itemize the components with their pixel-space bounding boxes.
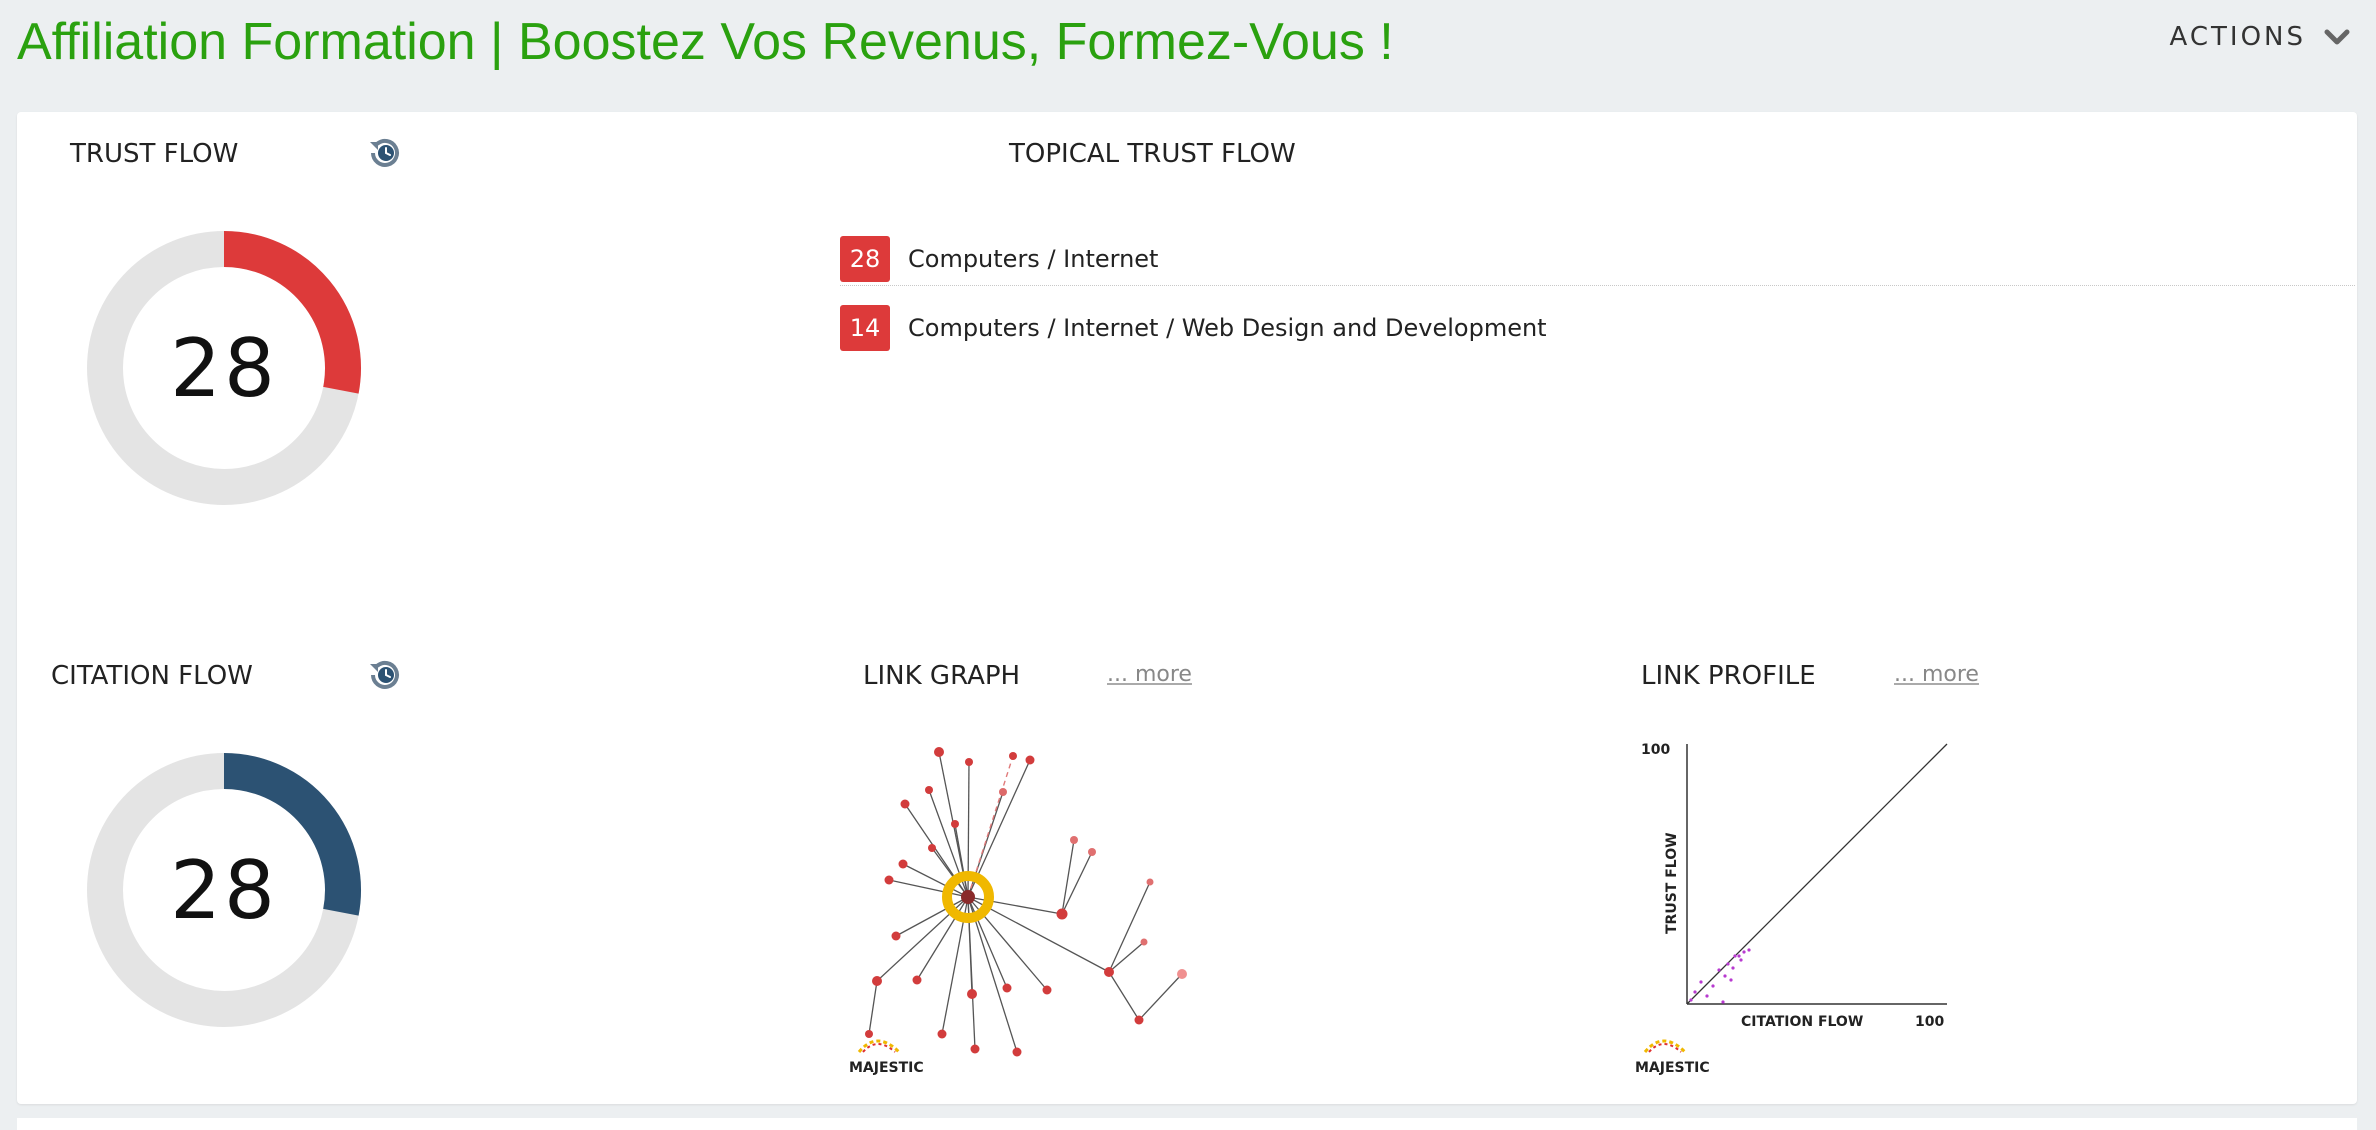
y-axis-label: TRUST FLOW [1664,832,1680,934]
majestic-logo-text: MAJESTIC [849,1060,924,1076]
citation-flow-gauge: 28 [79,745,369,1035]
x-max-label: 100 [1915,1014,1944,1030]
x-axis-label: CITATION FLOW [1741,1014,1863,1030]
trust-flow-label: TRUST FLOW [70,139,239,169]
link-graph-image[interactable]: MAJESTIC [847,734,1207,1080]
link-profile-more-link[interactable]: ... more [1894,662,1979,687]
main-panel: TRUST FLOW 28 TOPICAL TRUST FLOW 28 Comp… [17,112,2357,1104]
y-max-label: 100 [1641,742,1670,758]
link-graph-label: LINK GRAPH [863,661,1021,691]
topic-row: 28 Computers / Internet [840,233,2355,286]
history-icon[interactable] [367,135,403,171]
history-icon[interactable] [367,657,403,693]
link-profile-chart[interactable]: 100 TRUST FLOW CITATION FLOW 100 MAJESTI… [1631,734,1971,1080]
trust-flow-gauge: 28 [79,223,369,513]
link-profile-label: LINK PROFILE [1641,661,1816,691]
majestic-logo-text: MAJESTIC [1635,1060,1710,1076]
link-graph-nodes [865,747,1187,1057]
actions-menu[interactable]: ACTIONS [2170,22,2350,52]
link-profile-points [1689,948,1751,1004]
trust-flow-value: 28 [170,321,278,415]
majestic-logo-icon: MAJESTIC [1635,1039,1710,1076]
topical-trust-flow-label: TOPICAL TRUST FLOW [1009,139,1296,169]
topic-score-badge: 14 [840,305,890,351]
majestic-logo-icon: MAJESTIC [849,1039,924,1076]
actions-label: ACTIONS [2169,22,2306,52]
chevron-down-icon [2324,29,2350,45]
citation-flow-value: 28 [170,843,278,937]
diagonal-reference-line [1686,743,1948,1005]
link-graph-edges [868,751,1183,1053]
topic-label: Computers / Internet / Web Design and De… [908,314,1547,342]
topic-row: 14 Computers / Internet / Web Design and… [840,302,2355,354]
topic-label: Computers / Internet [908,245,1159,273]
page-title: Affiliation Formation | Boostez Vos Reve… [17,13,1394,71]
bottom-panel-edge [17,1118,2357,1130]
topic-score-badge: 28 [840,236,890,282]
link-graph-more-link[interactable]: ... more [1107,662,1192,687]
citation-flow-label: CITATION FLOW [51,661,253,691]
